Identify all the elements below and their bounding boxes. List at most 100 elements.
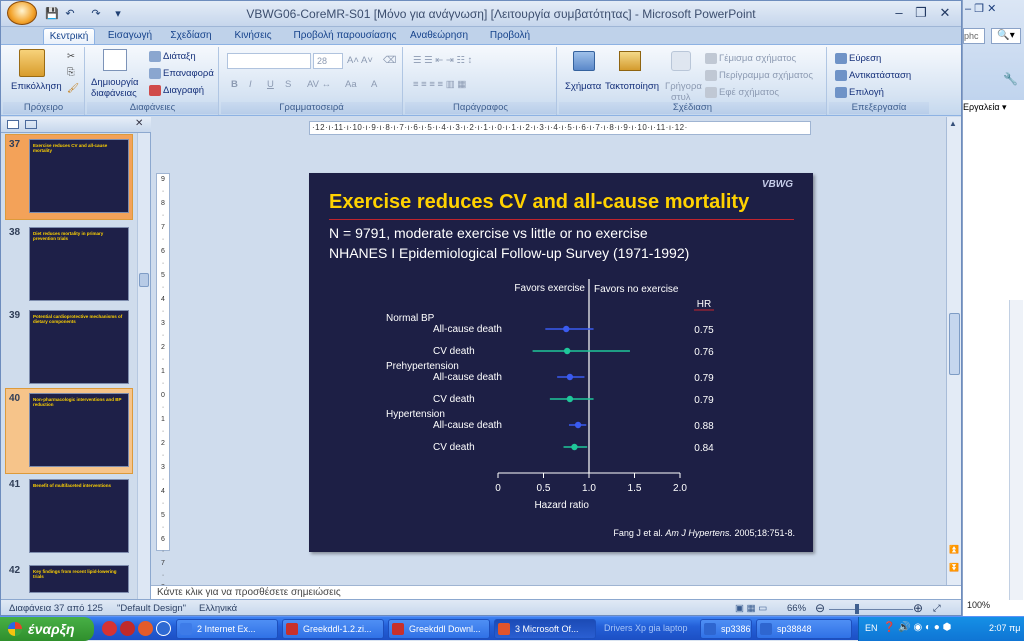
- select-button[interactable]: Επιλογή: [835, 87, 884, 98]
- slide-thumbnail[interactable]: Non-pharmacologic interventions and BP r…: [29, 393, 129, 467]
- copy-icon[interactable]: ⎘: [67, 67, 75, 78]
- taskbar-button[interactable]: Drivers Xp gia laptop: [600, 619, 696, 639]
- arrange-button[interactable]: Τακτοποίηση: [605, 81, 659, 92]
- clear-format-icon[interactable]: ⌫: [383, 55, 396, 66]
- quick-styles-icon[interactable]: [671, 51, 691, 71]
- shapes-icon[interactable]: [573, 51, 595, 71]
- zoom-slider[interactable]: ⊖ ⊕: [815, 601, 923, 615]
- clock: 2:07 πμ: [989, 623, 1021, 633]
- taskbar-button[interactable]: sp33867: [700, 619, 752, 639]
- tools-menu[interactable]: Εργαλεία ▾: [963, 102, 1007, 113]
- tray-icons[interactable]: ❓ 🔊 ◉ ◐ ● ⬢: [883, 622, 951, 633]
- quicklaunch-icon-2[interactable]: [120, 621, 135, 636]
- find-button[interactable]: Εύρεση: [835, 53, 881, 64]
- font-name-field[interactable]: [227, 53, 311, 69]
- taskbar-app-icon: [392, 623, 404, 635]
- scroll-thumb[interactable]: [139, 273, 149, 287]
- taskbar-button[interactable]: 2 Internet Ex...: [176, 619, 278, 639]
- slide-thumbnail[interactable]: Key findings from recent lipid-lowering …: [29, 565, 129, 593]
- address-bar[interactable]: phc: [963, 28, 985, 44]
- office-button[interactable]: [3, 1, 43, 27]
- font-size-field[interactable]: 28: [313, 53, 343, 69]
- shadow-button[interactable]: S: [285, 79, 291, 90]
- browser-zoom[interactable]: 100%: [967, 600, 990, 610]
- slide-thumbnail[interactable]: Benefit of multifaceted interventions: [29, 479, 129, 553]
- close-pane-icon[interactable]: ✕: [135, 118, 143, 129]
- search-icon[interactable]: 🔍▾: [991, 28, 1021, 44]
- start-button[interactable]: έναρξη: [0, 617, 94, 641]
- slide-thumbnail[interactable]: Exercise reduces CV and all-cause mortal…: [29, 139, 129, 213]
- reset-button[interactable]: Επαναφορά: [149, 68, 214, 79]
- tab-design[interactable]: Σχεδίαση: [163, 28, 219, 45]
- tab-review[interactable]: Αναθεώρηση: [407, 28, 471, 45]
- shapes-button[interactable]: Σχήματα: [565, 81, 601, 92]
- redo-icon[interactable]: ↷: [89, 7, 103, 21]
- wrench-icon[interactable]: 🔧: [1003, 72, 1018, 86]
- taskbar-button[interactable]: sp38848: [756, 619, 852, 639]
- prev-slide-icon[interactable]: ⏫: [949, 545, 959, 554]
- shape-effects-button[interactable]: Εφέ σχήματος: [705, 87, 779, 98]
- browser-scrollbar[interactable]: [1009, 300, 1023, 600]
- tab-insert[interactable]: Εισαγωγή: [101, 28, 159, 45]
- slide[interactable]: VBWG Exercise reduces CV and all-cause m…: [309, 173, 813, 552]
- quicklaunch-icon-4[interactable]: [156, 621, 171, 636]
- pane-scrollbar[interactable]: [137, 133, 150, 599]
- new-slide-line1[interactable]: Δημιουργία: [91, 77, 138, 88]
- fit-window-icon[interactable]: ⤢: [933, 603, 941, 614]
- undo-icon[interactable]: ↶: [63, 7, 77, 21]
- view-buttons[interactable]: ▣ ▦ ▭: [735, 603, 767, 614]
- restore-icon[interactable]: ❐: [911, 5, 931, 22]
- slide-thumbnail[interactable]: Diet reduces mortality in primary preven…: [29, 227, 129, 301]
- tab-animations[interactable]: Κινήσεις: [227, 28, 279, 45]
- window-title: VBWG06-CoreMR-S01 [Μόνο για ανάγνωση] [Λ…: [246, 7, 756, 21]
- customize-qat-icon[interactable]: ▾: [111, 7, 125, 21]
- format-painter-icon[interactable]: 🖌: [67, 83, 79, 94]
- next-slide-icon[interactable]: ⏬: [949, 563, 959, 572]
- char-spacing-icon[interactable]: AV ↔: [307, 79, 331, 90]
- close-icon[interactable]: ✕: [935, 5, 955, 22]
- layout-button[interactable]: Διάταξη: [149, 51, 196, 62]
- zoom-level[interactable]: 66%: [787, 603, 806, 614]
- cut-icon[interactable]: ✂: [67, 51, 75, 62]
- shape-fill-button[interactable]: Γέμισμα σχήματος: [705, 53, 796, 64]
- slide-thumbnail[interactable]: Potential cardioprotective mechanisms of…: [29, 310, 129, 384]
- slides-tab-icon[interactable]: [7, 120, 19, 129]
- tab-slideshow[interactable]: Προβολή παρουσίασης: [285, 28, 405, 45]
- scroll-thumb-main[interactable]: [949, 313, 960, 375]
- tab-view[interactable]: Προβολή: [485, 28, 535, 45]
- quicklaunch-icon-1[interactable]: [102, 621, 117, 636]
- shape-outline-button[interactable]: Περίγραμμα σχήματος: [705, 70, 813, 81]
- replace-button[interactable]: Αντικατάσταση: [835, 70, 911, 81]
- browser-window-controls[interactable]: ‒ ❐ ✕: [965, 2, 1023, 18]
- language-indicator[interactable]: EN: [865, 623, 878, 633]
- scroll-up-icon[interactable]: ▲: [949, 119, 957, 128]
- outline-tab-icon[interactable]: [25, 120, 37, 129]
- change-case-icon[interactable]: Aa: [345, 79, 357, 90]
- new-slide-icon[interactable]: [103, 49, 127, 71]
- quick-styles-line1[interactable]: Γρήγορα: [665, 81, 702, 92]
- bullets-icon[interactable]: ☰ ☰ ⇤ ⇥ ☷ ↕: [413, 55, 472, 66]
- save-icon[interactable]: 💾: [45, 7, 59, 21]
- taskbar-button[interactable]: Greekddl-1.2.zi...: [282, 619, 384, 639]
- language[interactable]: Ελληνικά: [199, 603, 237, 614]
- italic-button[interactable]: I: [249, 79, 252, 90]
- new-slide-line2[interactable]: διαφάνειας: [91, 88, 137, 99]
- bold-button[interactable]: B: [231, 79, 238, 90]
- align-icons[interactable]: ≡ ≡ ≡ ≡ ▥ ▦: [413, 79, 466, 90]
- arrange-icon[interactable]: [619, 51, 641, 71]
- grow-font-icon[interactable]: A˄ A˅: [347, 55, 373, 66]
- delete-slide-button[interactable]: Διαγραφή: [149, 85, 204, 96]
- paste-icon[interactable]: [19, 49, 45, 77]
- minimize-icon[interactable]: –: [889, 5, 909, 22]
- tab-home[interactable]: Κεντρική: [43, 28, 95, 45]
- notes-pane[interactable]: Κάντε κλικ για να προσθέσετε σημειώσεις: [151, 585, 961, 599]
- font-color-icon[interactable]: A: [371, 79, 377, 90]
- quicklaunch-icon-3[interactable]: [138, 621, 153, 636]
- vertical-scrollbar[interactable]: ▲ ⏫ ⏬: [946, 117, 961, 585]
- clipboard-label: Πρόχειρο: [3, 102, 84, 114]
- taskbar-button[interactable]: 3 Microsoft Of...: [494, 619, 596, 639]
- paste-button[interactable]: Επικόλληση: [11, 81, 62, 92]
- notes-placeholder[interactable]: Κάντε κλικ για να προσθέσετε σημειώσεις: [157, 587, 341, 599]
- underline-button[interactable]: U: [267, 79, 274, 90]
- taskbar-button[interactable]: Greekddl Downl...: [388, 619, 490, 639]
